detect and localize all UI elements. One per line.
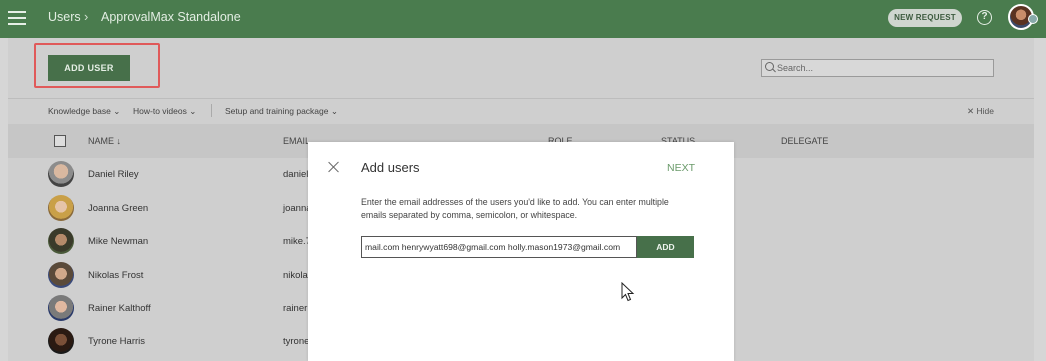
setup-training-link[interactable]: Setup and training package ⌄ <box>225 106 338 117</box>
table-row-name[interactable]: Joanna Green <box>88 203 148 214</box>
breadcrumb-users[interactable]: Users <box>48 10 81 24</box>
mouse-cursor-icon <box>621 282 635 302</box>
avatar <box>48 328 74 354</box>
avatar <box>48 295 74 321</box>
breadcrumb-separator: › <box>84 9 89 24</box>
email-input[interactable]: mail.com henrywyatt698@gmail.com holly.m… <box>361 236 637 258</box>
search-icon <box>765 62 774 71</box>
avatar <box>48 195 74 221</box>
table-row-name[interactable]: Nikolas Frost <box>88 270 143 281</box>
divider <box>8 98 1034 99</box>
close-icon[interactable] <box>328 161 340 173</box>
table-row-email: daniel <box>283 169 309 180</box>
column-name[interactable]: NAME ↓ <box>88 136 121 146</box>
avatar <box>48 262 74 288</box>
add-button[interactable]: ADD <box>637 236 694 258</box>
table-row-email: rainer <box>283 303 308 314</box>
howto-videos-link[interactable]: How-to videos ⌄ <box>133 106 196 117</box>
dialog-title: Add users <box>361 160 420 175</box>
search-input[interactable]: Search... <box>761 59 994 77</box>
table-row-name[interactable]: Tyrone Harris <box>88 336 145 347</box>
avatar <box>48 161 74 187</box>
next-button[interactable]: NEXT <box>667 162 695 174</box>
help-icon[interactable]: ? <box>977 10 992 25</box>
knowledge-base-link[interactable]: Knowledge base ⌄ <box>48 106 120 117</box>
dialog-instructions: Enter the email addresses of the users y… <box>361 197 669 220</box>
table-row-email: nikola <box>283 270 308 281</box>
hide-button[interactable]: ✕ Hide <box>967 106 994 117</box>
column-delegate[interactable]: DELEGATE <box>781 136 828 146</box>
table-row-name[interactable]: Rainer Kalthoff <box>88 303 151 314</box>
divider <box>211 104 212 117</box>
table-row-name[interactable]: Daniel Riley <box>88 169 139 180</box>
column-email[interactable]: EMAIL <box>283 136 310 146</box>
breadcrumb-organization[interactable]: ApprovalMax Standalone <box>101 10 241 24</box>
avatar <box>48 228 74 254</box>
table-row-name[interactable]: Mike Newman <box>88 236 148 247</box>
add-user-button[interactable]: ADD USER <box>48 55 130 81</box>
new-request-button[interactable]: NEW REQUEST <box>888 9 962 27</box>
avatar-badge-icon <box>1028 14 1038 24</box>
select-all-checkbox[interactable] <box>54 135 66 147</box>
table-row-email: tyrone <box>283 336 310 347</box>
menu-icon[interactable] <box>8 11 26 25</box>
table-row-email: mike.7 <box>283 236 311 247</box>
